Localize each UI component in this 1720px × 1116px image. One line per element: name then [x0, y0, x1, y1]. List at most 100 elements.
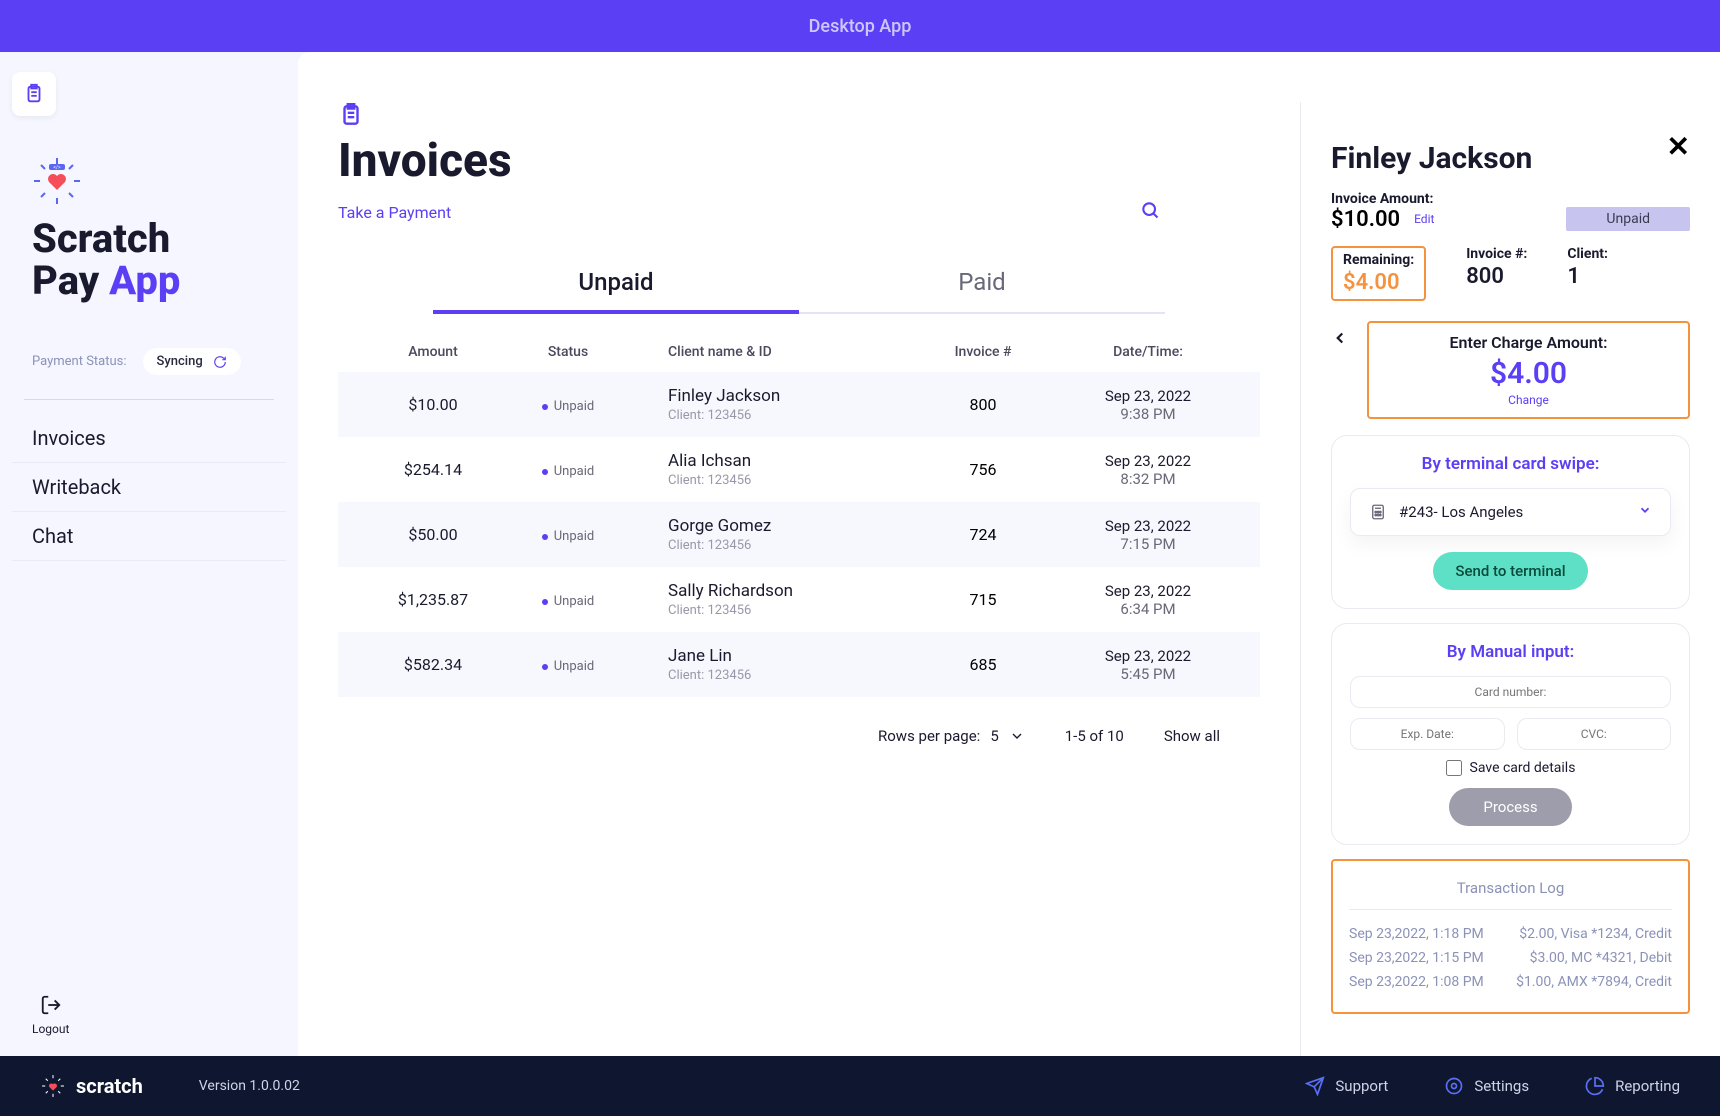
row-date: Sep 23, 2022 9:38 PM — [1058, 387, 1238, 423]
exp-date-input[interactable] — [1350, 718, 1505, 750]
page-title: Invoices — [338, 134, 1260, 188]
row-client: Alia Ichsan Client: 123456 — [628, 451, 908, 488]
client-number-cell: Client: 1 — [1567, 246, 1608, 301]
logout-icon — [40, 994, 62, 1016]
nav-writeback[interactable]: Writeback — [12, 463, 286, 512]
topbar-title: Desktop App — [809, 16, 912, 37]
take-payment-link[interactable]: Take a Payment — [338, 203, 451, 222]
footer-reporting[interactable]: Reporting — [1585, 1076, 1680, 1096]
terminal-select[interactable]: #243- Los Angeles — [1350, 488, 1671, 536]
terminal-title: By terminal card swipe: — [1350, 454, 1671, 474]
remaining-box: Remaining: $4.00 — [1331, 246, 1426, 301]
refresh-icon — [213, 355, 227, 369]
search-button[interactable] — [1140, 200, 1160, 224]
close-button[interactable]: ✕ — [1667, 130, 1690, 163]
table-row[interactable]: $1,235.87 Unpaid Sally Richardson Client… — [338, 567, 1260, 632]
footer-brand-text: scratch — [76, 1074, 143, 1098]
save-card-checkbox[interactable] — [1446, 760, 1462, 776]
process-button[interactable]: Process — [1449, 788, 1571, 826]
table-row[interactable]: $254.14 Unpaid Alia Ichsan Client: 12345… — [338, 437, 1260, 502]
row-invoice-num: 715 — [908, 590, 1058, 609]
row-client-name: Alia Ichsan — [668, 451, 908, 471]
row-status: Unpaid — [508, 395, 628, 415]
row-amount: $582.34 — [358, 655, 508, 674]
brand-pay: Pay — [32, 257, 109, 304]
row-amount: $10.00 — [358, 395, 508, 414]
version-text: Version 1.0.0.02 — [199, 1078, 300, 1094]
remaining-value: $4.00 — [1343, 270, 1414, 295]
row-status: Unpaid — [508, 655, 628, 675]
edit-link[interactable]: Edit — [1414, 212, 1434, 226]
sync-label: Syncing — [157, 354, 203, 369]
table-row[interactable]: $50.00 Unpaid Gorge Gomez Client: 123456… — [338, 502, 1260, 567]
footer-support-label: Support — [1335, 1077, 1388, 1095]
footer-support[interactable]: Support — [1305, 1076, 1388, 1096]
nav-chat[interactable]: Chat — [12, 512, 286, 561]
terminal-card: By terminal card swipe: #243- Los Angele… — [1331, 435, 1690, 609]
col-date: Date/Time: — [1058, 344, 1238, 360]
row-date: Sep 23, 2022 5:45 PM — [1058, 647, 1238, 683]
heart-logo-icon: </> — [32, 156, 82, 206]
table-row[interactable]: $582.34 Unpaid Jane Lin Client: 123456 6… — [338, 632, 1260, 697]
divider — [24, 399, 274, 400]
rpp-label: Rows per page: — [878, 727, 980, 745]
terminal-selected: #243- Los Angeles — [1399, 503, 1523, 521]
sync-badge[interactable]: Syncing — [143, 348, 241, 375]
topbar: Desktop App — [0, 0, 1720, 52]
pie-chart-icon — [1585, 1076, 1605, 1096]
remaining-label: Remaining: — [1343, 252, 1414, 268]
tabs: Unpaid Paid — [433, 254, 1165, 314]
txlog-title: Transaction Log — [1349, 879, 1672, 910]
tx-timestamp: Sep 23,2022, 1:15 PM — [1349, 950, 1484, 966]
charge-value: $4.00 — [1383, 356, 1674, 391]
charge-amount-box: Enter Charge Amount: $4.00 Change — [1367, 321, 1690, 419]
charge-label: Enter Charge Amount: — [1383, 333, 1674, 352]
tx-detail: $3.00, MC *4321, Debit — [1530, 950, 1672, 966]
row-amount: $254.14 — [358, 460, 508, 479]
footer-reporting-label: Reporting — [1615, 1077, 1680, 1095]
panel-client-name: Finley Jackson — [1331, 142, 1690, 177]
row-date: Sep 23, 2022 8:32 PM — [1058, 452, 1238, 488]
tab-unpaid[interactable]: Unpaid — [433, 254, 799, 314]
show-all-link[interactable]: Show all — [1164, 727, 1220, 745]
tx-timestamp: Sep 23,2022, 1:18 PM — [1349, 926, 1484, 942]
card-number-input[interactable] — [1350, 676, 1671, 708]
row-invoice-num: 724 — [908, 525, 1058, 544]
row-client-name: Sally Richardson — [668, 581, 908, 601]
doc-icon-button[interactable] — [12, 72, 56, 116]
payment-status-label: Payment Status: — [32, 354, 127, 369]
save-card-row[interactable]: Save card details — [1350, 760, 1671, 776]
table-header: Amount Status Client name & ID Invoice #… — [338, 332, 1260, 372]
page-range: 1-5 of 10 — [1065, 727, 1124, 745]
col-amount: Amount — [358, 344, 508, 360]
tab-paid[interactable]: Paid — [799, 254, 1165, 312]
row-client-name: Gorge Gomez — [668, 516, 908, 536]
row-status: Unpaid — [508, 460, 628, 480]
chevron-left-icon — [1331, 329, 1349, 347]
heart-logo-icon — [40, 1073, 66, 1099]
tx-row: Sep 23,2022, 1:15 PM $3.00, MC *4321, Deb… — [1349, 946, 1672, 970]
cvc-input[interactable] — [1517, 718, 1672, 750]
row-amount: $50.00 — [358, 525, 508, 544]
back-button[interactable] — [1331, 321, 1351, 341]
chevron-down-icon — [1009, 728, 1025, 744]
footer-settings[interactable]: Settings — [1444, 1076, 1529, 1096]
payment-panel: ✕ Finley Jackson Invoice Amount: $10.00 … — [1300, 102, 1720, 1056]
logout-button[interactable]: Logout — [32, 994, 69, 1036]
nav-invoices[interactable]: Invoices — [12, 414, 286, 463]
row-invoice-num: 800 — [908, 395, 1058, 414]
clipboard-icon — [23, 83, 45, 105]
rows-per-page[interactable]: Rows per page: 5 — [878, 727, 1025, 745]
row-invoice-num: 685 — [908, 655, 1058, 674]
send-to-terminal-button[interactable]: Send to terminal — [1433, 552, 1587, 590]
table-row[interactable]: $10.00 Unpaid Finley Jackson Client: 123… — [338, 372, 1260, 437]
change-link[interactable]: Change — [1383, 393, 1674, 407]
row-client-id: Client: 123456 — [668, 668, 908, 683]
send-icon — [1305, 1076, 1325, 1096]
payment-status-row: Payment Status: Syncing — [12, 332, 286, 399]
clipboard-icon — [338, 102, 364, 128]
col-invoice: Invoice # — [908, 344, 1058, 360]
tx-row: Sep 23,2022, 1:18 PM$2.00, Visa *1234, C… — [1349, 922, 1672, 946]
main: Invoices Take a Payment Unpaid Paid Amou… — [298, 52, 1720, 1056]
row-client: Jane Lin Client: 123456 — [628, 646, 908, 683]
